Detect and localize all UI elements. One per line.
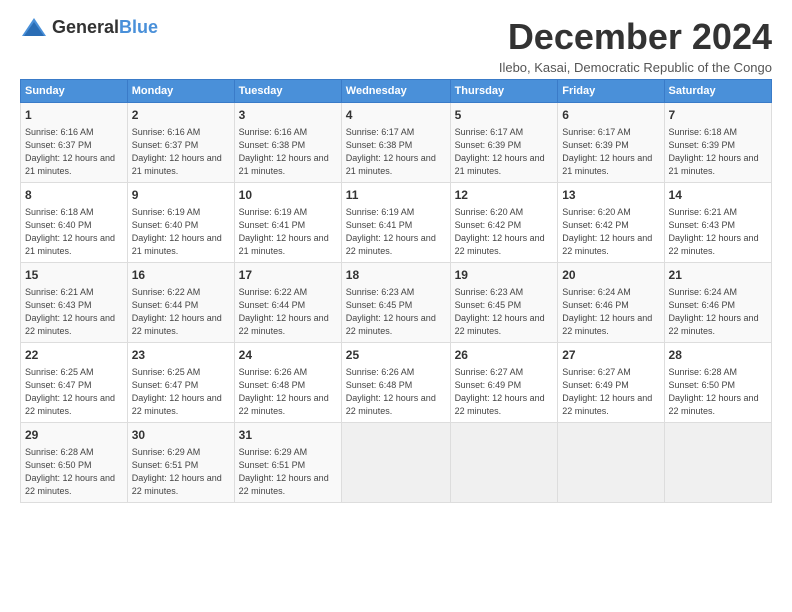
day-21: 21 Sunrise: 6:24 AMSunset: 6:46 PMDaylig… [664, 262, 771, 342]
day-13: 13 Sunrise: 6:20 AMSunset: 6:42 PMDaylig… [558, 182, 664, 262]
empty-cell-3 [558, 422, 664, 502]
week-4: 22 Sunrise: 6:25 AMSunset: 6:47 PMDaylig… [21, 342, 772, 422]
week-1: 1 Sunrise: 6:16 AMSunset: 6:37 PMDayligh… [21, 103, 772, 183]
header-wednesday: Wednesday [341, 80, 450, 103]
day-8: 8 Sunrise: 6:18 AMSunset: 6:40 PMDayligh… [21, 182, 128, 262]
header-monday: Monday [127, 80, 234, 103]
day-27: 27 Sunrise: 6:27 AMSunset: 6:49 PMDaylig… [558, 342, 664, 422]
day-15: 15 Sunrise: 6:21 AMSunset: 6:43 PMDaylig… [21, 262, 128, 342]
day-5: 5 Sunrise: 6:17 AMSunset: 6:39 PMDayligh… [450, 103, 558, 183]
day-7: 7 Sunrise: 6:18 AMSunset: 6:39 PMDayligh… [664, 103, 771, 183]
day-31: 31 Sunrise: 6:29 AMSunset: 6:51 PMDaylig… [234, 422, 341, 502]
calendar-header-row: Sunday Monday Tuesday Wednesday Thursday… [21, 80, 772, 103]
header-tuesday: Tuesday [234, 80, 341, 103]
header-thursday: Thursday [450, 80, 558, 103]
day-24: 24 Sunrise: 6:26 AMSunset: 6:48 PMDaylig… [234, 342, 341, 422]
header: GeneralBlue December 2024 Ilebo, Kasai, … [20, 16, 772, 75]
day-19: 19 Sunrise: 6:23 AMSunset: 6:45 PMDaylig… [450, 262, 558, 342]
header-saturday: Saturday [664, 80, 771, 103]
day-1: 1 Sunrise: 6:16 AMSunset: 6:37 PMDayligh… [21, 103, 128, 183]
day-20: 20 Sunrise: 6:24 AMSunset: 6:46 PMDaylig… [558, 262, 664, 342]
day-16: 16 Sunrise: 6:22 AMSunset: 6:44 PMDaylig… [127, 262, 234, 342]
day-10: 10 Sunrise: 6:19 AMSunset: 6:41 PMDaylig… [234, 182, 341, 262]
day-29: 29 Sunrise: 6:28 AMSunset: 6:50 PMDaylig… [21, 422, 128, 502]
day-3: 3 Sunrise: 6:16 AMSunset: 6:38 PMDayligh… [234, 103, 341, 183]
week-2: 8 Sunrise: 6:18 AMSunset: 6:40 PMDayligh… [21, 182, 772, 262]
title-section: December 2024 Ilebo, Kasai, Democratic R… [499, 16, 772, 75]
day-12: 12 Sunrise: 6:20 AMSunset: 6:42 PMDaylig… [450, 182, 558, 262]
day-18: 18 Sunrise: 6:23 AMSunset: 6:45 PMDaylig… [341, 262, 450, 342]
day-22: 22 Sunrise: 6:25 AMSunset: 6:47 PMDaylig… [21, 342, 128, 422]
page: GeneralBlue December 2024 Ilebo, Kasai, … [0, 0, 792, 612]
day-14: 14 Sunrise: 6:21 AMSunset: 6:43 PMDaylig… [664, 182, 771, 262]
day-30: 30 Sunrise: 6:29 AMSunset: 6:51 PMDaylig… [127, 422, 234, 502]
header-sunday: Sunday [21, 80, 128, 103]
logo-general: General [52, 17, 119, 37]
day-4: 4 Sunrise: 6:17 AMSunset: 6:38 PMDayligh… [341, 103, 450, 183]
week-5: 29 Sunrise: 6:28 AMSunset: 6:50 PMDaylig… [21, 422, 772, 502]
day-26: 26 Sunrise: 6:27 AMSunset: 6:49 PMDaylig… [450, 342, 558, 422]
logo-text: GeneralBlue [52, 17, 158, 38]
day-6: 6 Sunrise: 6:17 AMSunset: 6:39 PMDayligh… [558, 103, 664, 183]
day-9: 9 Sunrise: 6:19 AMSunset: 6:40 PMDayligh… [127, 182, 234, 262]
empty-cell-2 [450, 422, 558, 502]
day-17: 17 Sunrise: 6:22 AMSunset: 6:44 PMDaylig… [234, 262, 341, 342]
empty-cell-4 [664, 422, 771, 502]
day-23: 23 Sunrise: 6:25 AMSunset: 6:47 PMDaylig… [127, 342, 234, 422]
calendar-table: Sunday Monday Tuesday Wednesday Thursday… [20, 79, 772, 503]
logo-icon [20, 16, 48, 38]
day-2: 2 Sunrise: 6:16 AMSunset: 6:37 PMDayligh… [127, 103, 234, 183]
empty-cell-1 [341, 422, 450, 502]
week-3: 15 Sunrise: 6:21 AMSunset: 6:43 PMDaylig… [21, 262, 772, 342]
month-title: December 2024 [499, 16, 772, 58]
logo: GeneralBlue [20, 16, 158, 38]
logo-blue: Blue [119, 17, 158, 37]
location-subtitle: Ilebo, Kasai, Democratic Republic of the… [499, 60, 772, 75]
day-11: 11 Sunrise: 6:19 AMSunset: 6:41 PMDaylig… [341, 182, 450, 262]
header-friday: Friday [558, 80, 664, 103]
day-25: 25 Sunrise: 6:26 AMSunset: 6:48 PMDaylig… [341, 342, 450, 422]
day-28: 28 Sunrise: 6:28 AMSunset: 6:50 PMDaylig… [664, 342, 771, 422]
